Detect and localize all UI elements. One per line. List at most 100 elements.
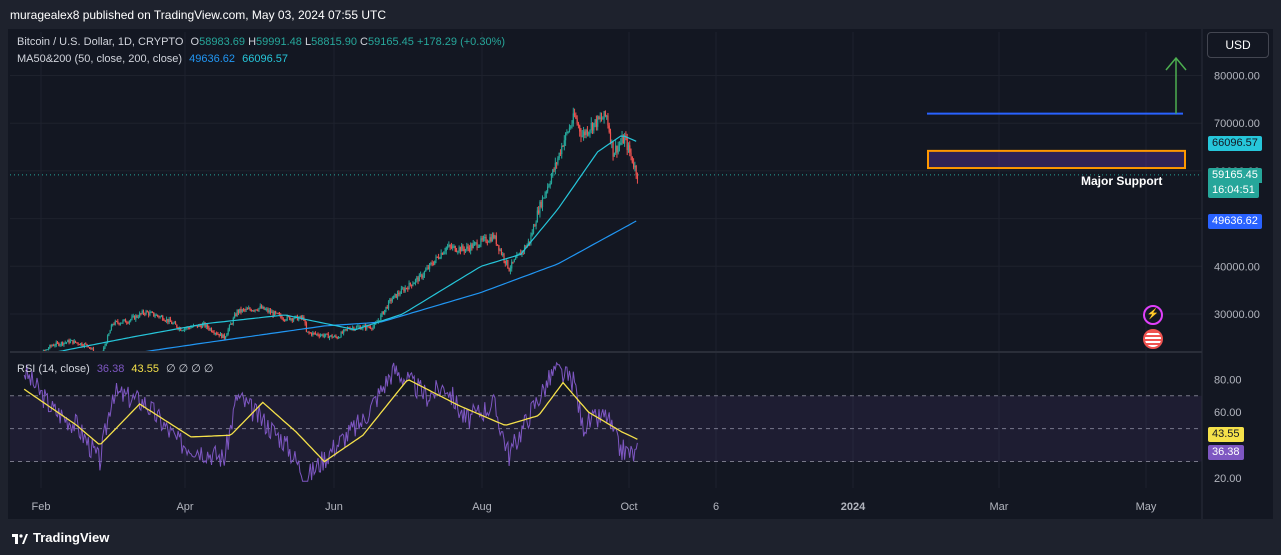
candle-body <box>543 197 545 199</box>
candle-body <box>132 315 134 317</box>
candle-body <box>104 345 106 348</box>
candle-body <box>330 335 332 337</box>
candle-body <box>85 343 87 345</box>
candle-body <box>437 256 440 259</box>
candle-body <box>65 342 68 344</box>
candle-body <box>140 313 142 315</box>
candle-body <box>493 234 495 239</box>
candle-body <box>621 136 623 143</box>
candle-body <box>253 310 255 312</box>
candle-body <box>467 246 469 249</box>
candle-body <box>599 117 601 119</box>
candle-body <box>441 252 444 255</box>
candle-body <box>262 306 264 309</box>
candle-body <box>490 237 492 242</box>
candle-body <box>269 310 272 313</box>
candle-body <box>358 326 360 328</box>
candle-body <box>534 225 536 227</box>
candle-body <box>471 244 473 249</box>
candle-body <box>281 316 283 320</box>
candle-body <box>584 131 586 136</box>
candle-body <box>295 315 297 317</box>
candle-body <box>545 191 547 194</box>
candle-body <box>454 245 456 252</box>
candle-body <box>393 295 395 300</box>
candle-body <box>445 247 447 252</box>
candle-body <box>319 335 322 337</box>
major-support-label: Major Support <box>1081 174 1163 188</box>
candle-body <box>538 210 540 214</box>
chart-canvas[interactable]: 30000.0040000.0050000.0060000.0070000.00… <box>0 0 1281 555</box>
tradingview-logo-icon <box>12 531 28 544</box>
candle-body <box>425 269 427 272</box>
candle-body <box>246 308 249 310</box>
countdown-badge: 16:04:51 <box>1208 183 1259 198</box>
candle-body <box>68 340 70 343</box>
candle-body <box>482 237 485 240</box>
ma-legend: MA50&200 (50, close, 200, close) 49636.6… <box>17 53 288 65</box>
candle-body <box>564 133 567 141</box>
candle-body <box>63 342 65 345</box>
candle-body <box>413 282 415 285</box>
candle-body <box>535 222 537 227</box>
candle-body <box>245 308 247 311</box>
rsi-value: 36.38 <box>96 363 125 375</box>
candle-body <box>260 305 263 309</box>
candle-body <box>59 344 61 346</box>
candle-body <box>514 258 517 260</box>
candle-body <box>466 246 468 250</box>
candle-body <box>575 115 577 119</box>
candle-body <box>69 340 71 343</box>
candle-body <box>58 342 60 346</box>
candle-body <box>369 327 372 329</box>
us-flag-icon[interactable] <box>1143 329 1163 349</box>
candle-body <box>259 305 261 308</box>
candle-body <box>117 321 119 323</box>
time-tick-label: 2024 <box>841 501 866 513</box>
candle-body <box>248 308 250 310</box>
candle-body <box>540 201 542 208</box>
candle-body <box>77 342 79 345</box>
candle-body <box>368 326 370 328</box>
candle-body <box>411 284 413 286</box>
time-tick-label: May <box>1136 501 1157 513</box>
time-tick-label: Mar <box>990 501 1009 513</box>
candle-body <box>450 246 453 248</box>
candle-body <box>552 169 554 177</box>
candle-body <box>157 314 159 317</box>
candle-body <box>585 129 587 136</box>
candle-body <box>380 314 382 321</box>
candle-body <box>191 326 193 328</box>
candle-body <box>488 241 490 243</box>
candle-body <box>339 337 341 339</box>
candle-body <box>240 308 242 312</box>
candle-body <box>357 326 359 328</box>
candle-body <box>558 152 560 159</box>
candle-body <box>336 336 338 339</box>
candle-body <box>394 293 396 296</box>
candle-body <box>550 176 553 184</box>
candle-body <box>616 145 618 153</box>
candle-body <box>608 125 610 133</box>
candle-body <box>559 152 562 155</box>
candle-body <box>391 299 393 302</box>
candle-body <box>317 333 319 336</box>
candle-body <box>123 319 125 321</box>
candle-body <box>398 292 400 295</box>
candle-body <box>146 311 148 313</box>
high-value: 59991.48 <box>256 36 302 48</box>
close-value: 59165.45 <box>368 36 414 48</box>
candle-body <box>494 235 496 239</box>
lightning-icon[interactable]: ⚡ <box>1143 305 1163 325</box>
candle-body <box>74 340 77 343</box>
rsi-tick-label: 80.00 <box>1214 374 1242 386</box>
candle-body <box>387 301 390 309</box>
currency-button[interactable]: USD <box>1207 32 1269 58</box>
candle-body <box>141 311 143 314</box>
candle-body <box>98 357 99 358</box>
candle-body <box>504 260 506 264</box>
candle-body <box>495 235 497 245</box>
candle-body <box>382 311 385 315</box>
candle-body <box>473 242 476 244</box>
candle-body <box>341 332 343 334</box>
